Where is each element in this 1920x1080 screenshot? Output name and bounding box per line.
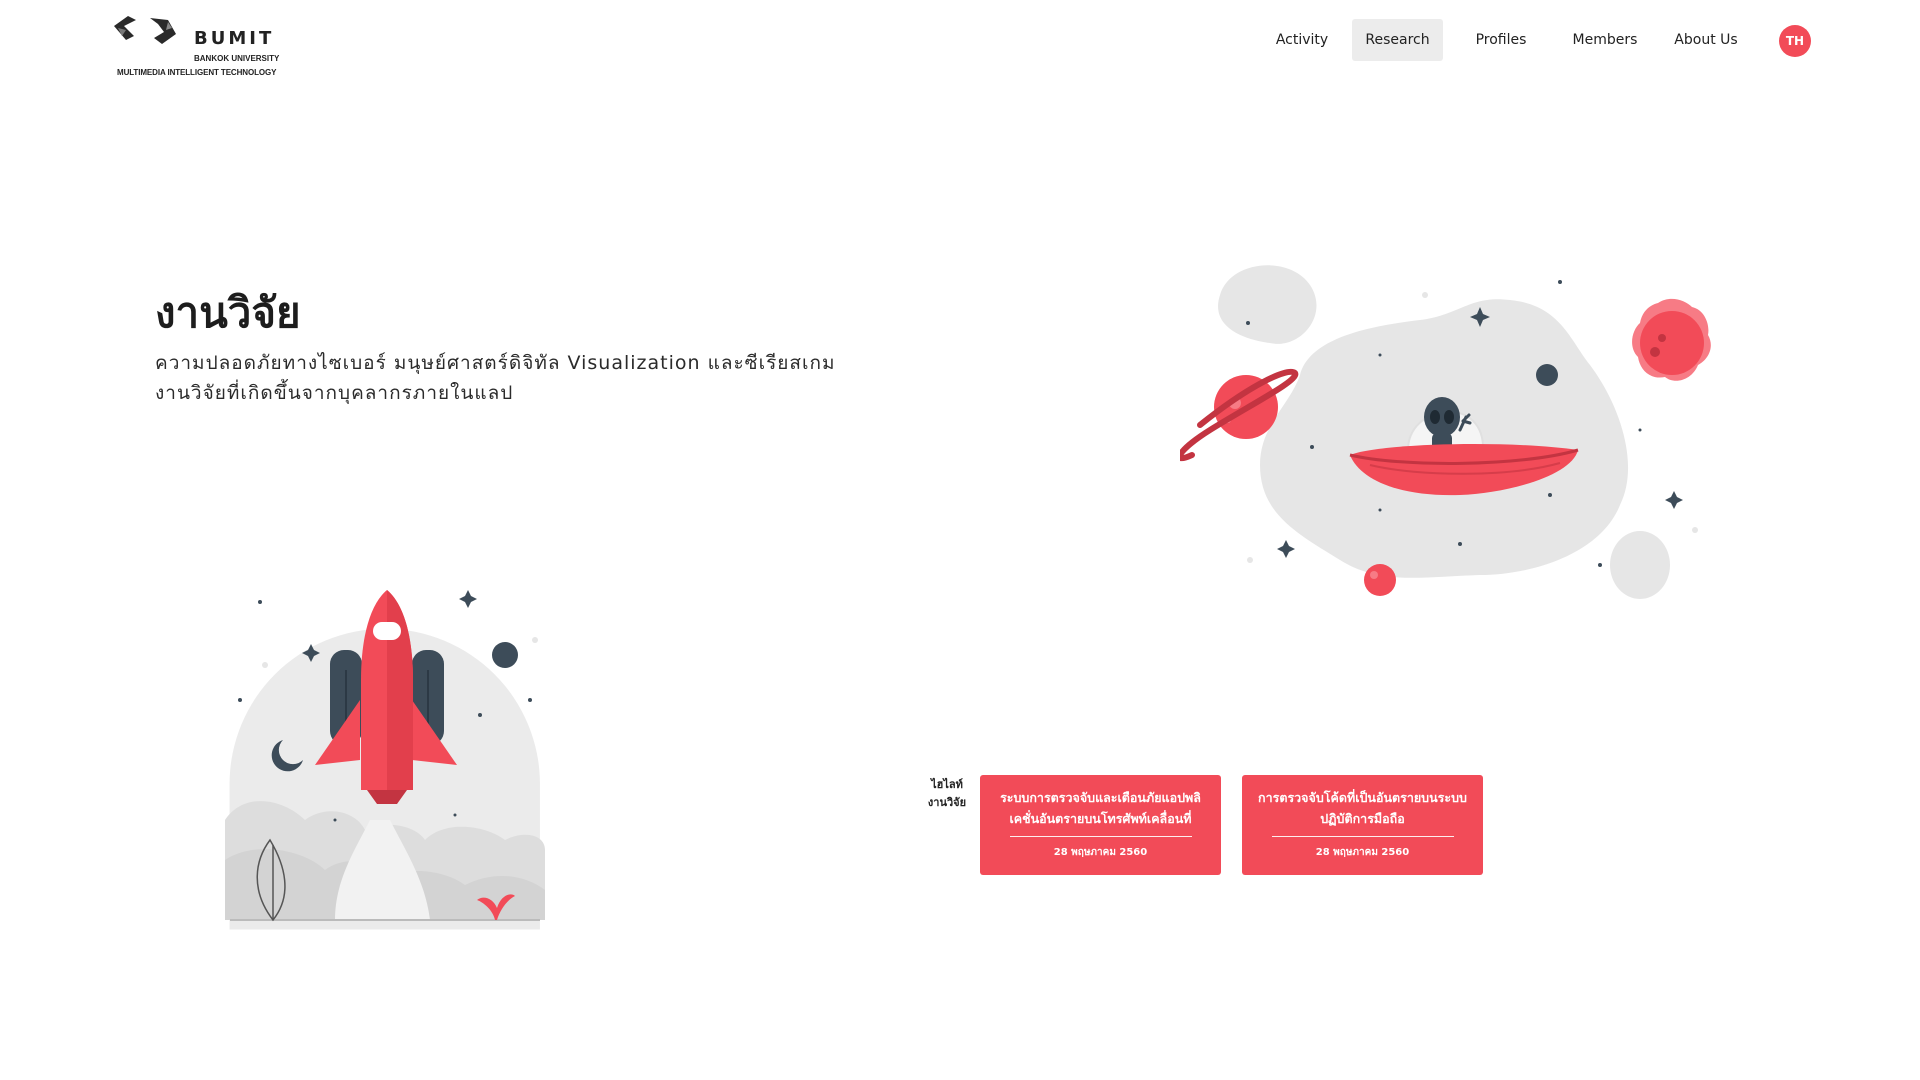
page-title: งานวิจัย [155, 288, 301, 337]
highlights-label-line-2: งานวิจัย [927, 796, 967, 809]
subtitle-line-2: งานวิจัยที่เกิดขึ้นจากบุคลากรภายในแลป [155, 382, 514, 404]
highlights-label: ไฮไลท์ งานวิจัย [922, 776, 972, 812]
main-nav: Activity Research Profiles Members About… [0, 19, 1920, 61]
nav-activity[interactable]: Activity [1262, 19, 1342, 61]
subtitle-line-1: ความปลอดภัยทางไซเบอร์ มนุษย์ศาสตร์ดิจิทั… [155, 352, 836, 374]
nav-members[interactable]: Members [1560, 19, 1650, 61]
highlight-title: การตรวจจับโค้ดที่เป็นอันตรายบนระบบปฏิบัต… [1258, 790, 1467, 826]
highlight-card[interactable]: ระบบการตรวจจับและเตือนภัยแอปพลิเคชั่นอัน… [980, 775, 1221, 875]
highlights-label-line-1: ไฮไลท์ [931, 778, 963, 791]
highlight-date: 28 พฤษภาคม 2560 [1053, 847, 1148, 858]
rocket-launch-illustration-icon [225, 590, 545, 930]
page: BUMIT BANKOK UNIVERSITY MULTIMEDIA INTEL… [0, 0, 1920, 1080]
language-toggle-button[interactable]: TH [1779, 25, 1811, 57]
nav-research[interactable]: Research [1352, 19, 1443, 61]
alien-ufo-illustration-icon [1180, 265, 1711, 599]
highlight-divider [1009, 836, 1192, 837]
logo-subtitle-tagline: MULTIMEDIA INTELLIGENT TECHNOLOGY [117, 68, 277, 77]
nav-about-us[interactable]: About Us [1663, 19, 1749, 61]
highlight-title: ระบบการตรวจจับและเตือนภัยแอปพลิเคชั่นอัน… [1000, 790, 1201, 826]
highlight-card[interactable]: การตรวจจับโค้ดที่เป็นอันตรายบนระบบปฏิบัต… [1242, 775, 1483, 875]
page-subtitle: ความปลอดภัยทางไซเบอร์ มนุษย์ศาสตร์ดิจิทั… [155, 348, 836, 408]
highlight-date: 28 พฤษภาคม 2560 [1315, 847, 1410, 858]
nav-profiles[interactable]: Profiles [1461, 19, 1541, 61]
highlight-divider [1271, 836, 1454, 837]
